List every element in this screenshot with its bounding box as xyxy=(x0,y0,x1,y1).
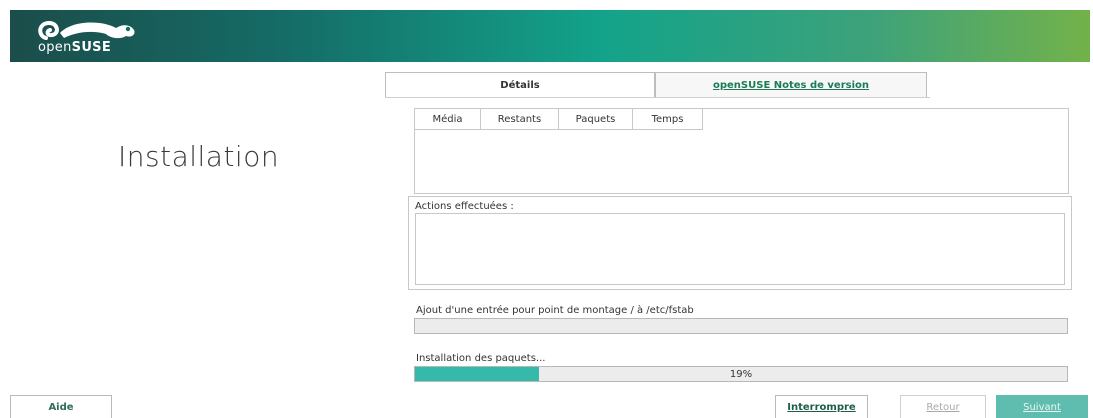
column-header-packages[interactable]: Paquets xyxy=(559,109,633,130)
next-button[interactable]: Suivant xyxy=(996,395,1088,418)
page-title: Installation xyxy=(118,140,280,173)
tab-details-label: Détails xyxy=(500,80,540,91)
help-button-label: Aide xyxy=(48,401,74,413)
abort-button[interactable]: Interrompre xyxy=(775,395,868,418)
package-install-label: Installation des paquets... xyxy=(416,353,546,364)
header-banner: openSUSE xyxy=(10,10,1090,62)
abort-button-label: Interrompre xyxy=(787,401,856,413)
tab-details[interactable]: Détails xyxy=(385,72,655,98)
back-button[interactable]: Retour xyxy=(900,395,986,418)
back-button-label: Retour xyxy=(926,401,960,413)
media-table[interactable]: Média Restants Paquets Temps xyxy=(414,108,1069,194)
media-table-header: Média Restants Paquets Temps xyxy=(415,109,1068,130)
actions-log-group: Actions effectuées : xyxy=(408,196,1072,290)
current-step-progress-bar xyxy=(414,318,1068,334)
package-install-progress-text: 19% xyxy=(729,368,753,380)
column-header-remaining[interactable]: Restants xyxy=(481,109,559,130)
current-step-label: Ajout d'une entrée pour point de montage… xyxy=(416,305,694,316)
actions-log-textbox[interactable] xyxy=(415,213,1065,285)
actions-log-label: Actions effectuées : xyxy=(415,201,514,212)
package-install-progress-bar: 19% xyxy=(414,366,1068,382)
tab-underline-divider xyxy=(385,97,930,98)
tab-release-notes-label: openSUSE Notes de version xyxy=(712,80,870,91)
column-header-time[interactable]: Temps xyxy=(633,109,703,130)
tab-release-notes[interactable]: openSUSE Notes de version xyxy=(655,72,927,98)
next-button-label: Suivant xyxy=(1023,401,1061,413)
column-header-media[interactable]: Média xyxy=(415,109,481,130)
logo-wordmark: openSUSE xyxy=(38,40,112,55)
help-button[interactable]: Aide xyxy=(10,395,112,418)
